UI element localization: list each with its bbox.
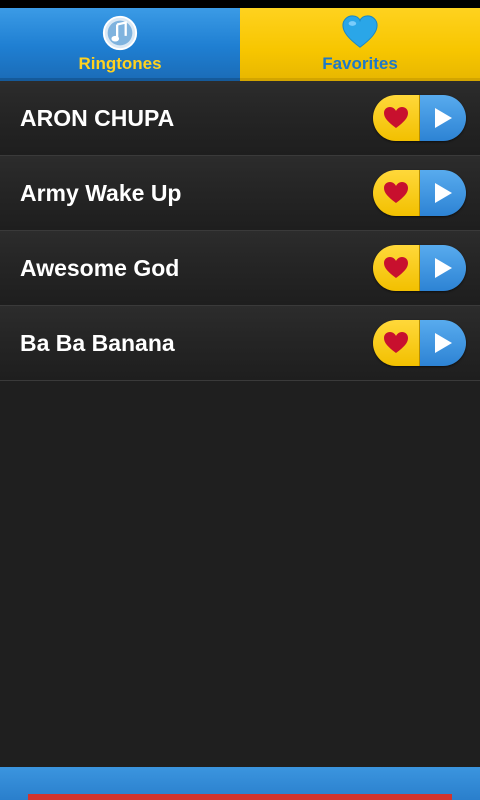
heart-icon: [384, 182, 408, 203]
list-item[interactable]: ARON CHUPA: [0, 81, 480, 156]
music-note-icon: [102, 15, 138, 51]
play-icon: [435, 108, 452, 128]
ringtone-title: ARON CHUPA: [20, 105, 175, 131]
list-item[interactable]: Ba Ba Banana: [0, 306, 480, 381]
tab-favorites-label: Favorites: [322, 54, 398, 73]
ad-banner[interactable]: [28, 794, 452, 800]
list-item[interactable]: Army Wake Up: [0, 156, 480, 231]
favorite-button[interactable]: [373, 245, 420, 291]
ringtone-title: Ba Ba Banana: [20, 330, 175, 356]
favorite-button[interactable]: [373, 95, 420, 141]
tab-bar: Ringtones Favorites: [0, 8, 480, 81]
ringtone-title: Army Wake Up: [20, 180, 182, 206]
heart-icon: [384, 332, 408, 353]
ringtone-title: Awesome God: [20, 255, 180, 281]
play-button[interactable]: [420, 245, 466, 291]
favorite-button[interactable]: [373, 320, 420, 366]
ringtone-actions: [373, 170, 466, 216]
favorite-button[interactable]: [373, 170, 420, 216]
ringtone-actions: [373, 95, 466, 141]
play-button[interactable]: [420, 95, 466, 141]
status-bar: [0, 0, 480, 8]
ringtone-actions: [373, 245, 466, 291]
ringtone-list: ARON CHUPA Army Wake Up Awesome God Ba B…: [0, 81, 480, 381]
play-icon: [435, 183, 452, 203]
tab-favorites[interactable]: Favorites: [240, 8, 480, 81]
play-button[interactable]: [420, 320, 466, 366]
heart-icon: [384, 107, 408, 128]
play-icon: [435, 333, 452, 353]
tab-ringtones[interactable]: Ringtones: [0, 8, 240, 81]
play-icon: [435, 258, 452, 278]
play-button[interactable]: [420, 170, 466, 216]
app-screen: Ringtones Favorites ARON CHUPA Army Wake…: [0, 0, 480, 800]
list-item[interactable]: Awesome God: [0, 231, 480, 306]
tab-ringtones-label: Ringtones: [78, 54, 162, 73]
heart-icon: [384, 257, 408, 278]
ringtone-actions: [373, 320, 466, 366]
heart-icon: [342, 15, 378, 48]
